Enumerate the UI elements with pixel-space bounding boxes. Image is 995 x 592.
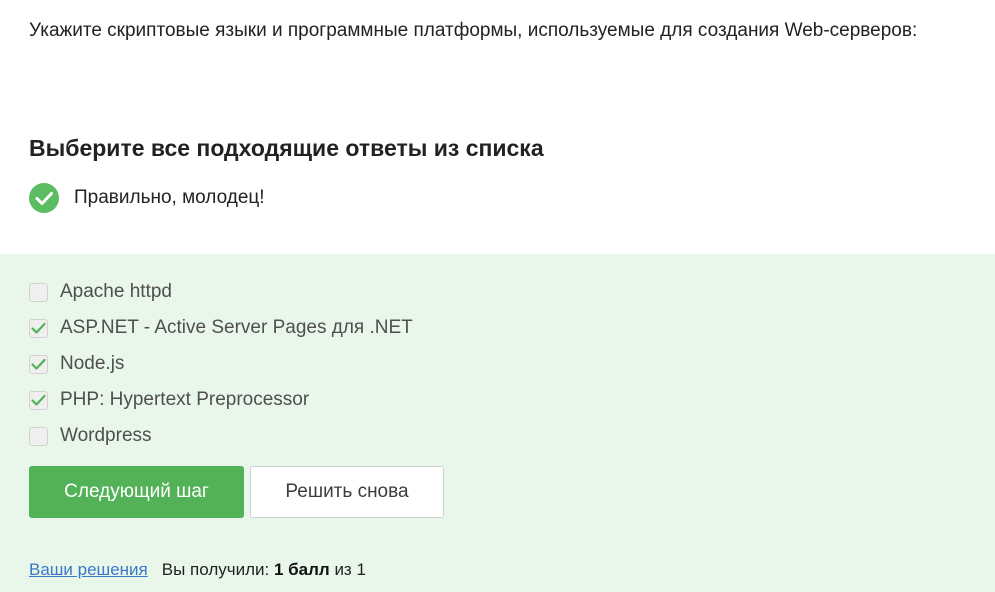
retry-button[interactable]: Решить снова [250, 466, 444, 518]
option-label: ASP.NET - Active Server Pages для .NET [60, 317, 413, 338]
option-label: PHP: Hypertext Preprocessor [60, 389, 310, 410]
check-circle-icon [29, 183, 59, 213]
your-solutions-link[interactable]: Ваши решения [29, 560, 148, 579]
score-suffix: из 1 [334, 560, 366, 579]
score-prefix: Вы получили: [161, 560, 270, 579]
option-item[interactable]: Wordpress [29, 418, 413, 454]
option-label: Apache httpd [60, 281, 172, 302]
options-list: Apache httpd ASP.NET - Active Server Pag… [29, 274, 413, 454]
feedback-text: Правильно, молодец! [74, 187, 265, 208]
option-item[interactable]: Apache httpd [29, 274, 413, 310]
option-item[interactable]: PHP: Hypertext Preprocessor [29, 382, 413, 418]
option-item[interactable]: Node.js [29, 346, 413, 382]
question-text: Укажите скриптовые языки и программные п… [29, 20, 918, 41]
checkmark-icon [31, 322, 46, 334]
option-checkbox[interactable] [29, 318, 48, 338]
option-label: Node.js [60, 353, 125, 374]
option-checkbox[interactable] [29, 426, 48, 446]
feedback-message: Правильно, молодец! [29, 182, 265, 214]
checkmark-icon [31, 394, 46, 406]
option-checkbox[interactable] [29, 282, 48, 302]
answer-panel: Apache httpd ASP.NET - Active Server Pag… [0, 254, 995, 592]
option-checkbox[interactable] [29, 354, 48, 374]
score-value: 1 балл [273, 560, 330, 579]
option-label: Wordpress [60, 425, 152, 446]
next-step-button[interactable]: Следующий шаг [29, 466, 244, 518]
quiz-step: Укажите скриптовые языки и программные п… [0, 0, 995, 592]
checkmark-icon [31, 358, 46, 370]
instruction-heading: Выберите все подходящие ответы из списка [29, 135, 544, 161]
option-item[interactable]: ASP.NET - Active Server Pages для .NET [29, 310, 413, 346]
footer-status: Ваши решения Вы получили: 1 балл из 1 [29, 558, 366, 582]
option-checkbox[interactable] [29, 390, 48, 410]
